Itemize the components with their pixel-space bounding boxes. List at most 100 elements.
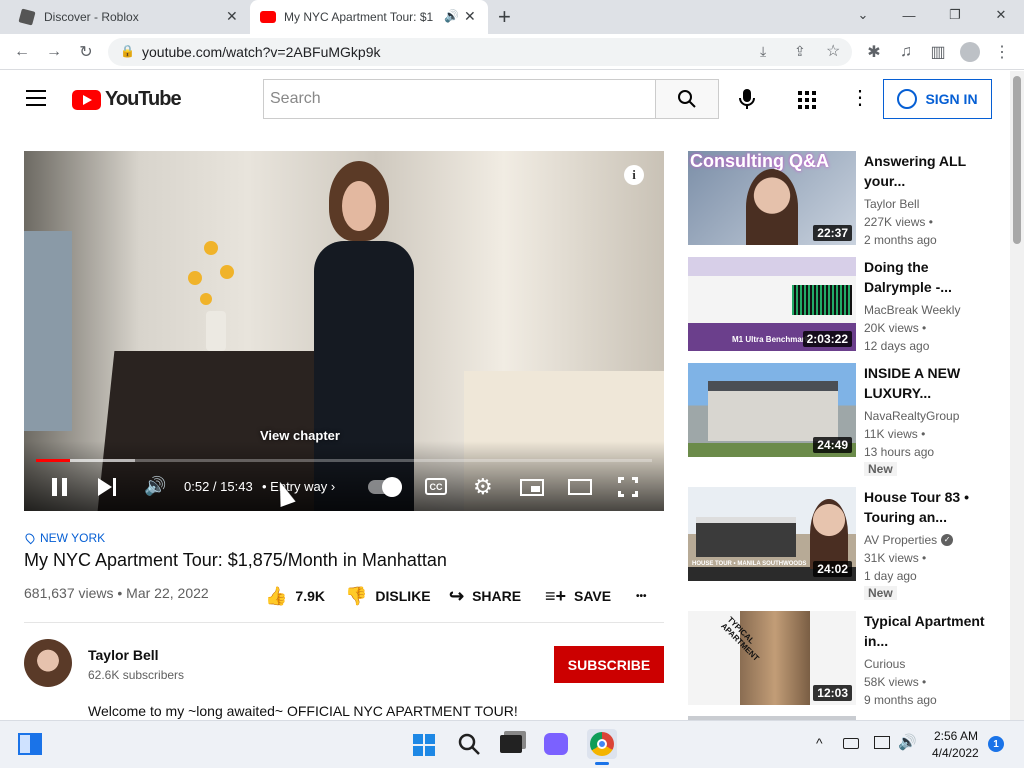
clock-time[interactable]: 2:56 AM xyxy=(934,729,978,743)
more-actions-button[interactable]: ••• xyxy=(636,585,647,607)
recommendation-title[interactable]: House Tour 83 • Touring an... xyxy=(864,487,994,527)
media-control-icon[interactable]: ♫ xyxy=(892,34,920,70)
recommendation-title[interactable]: Answering ALL your... xyxy=(864,151,994,191)
share-button[interactable]: ↪ SHARE xyxy=(449,585,521,607)
roblox-icon xyxy=(18,8,36,26)
fullscreen-icon[interactable] xyxy=(618,477,638,497)
close-window-button[interactable]: ✕ xyxy=(978,0,1024,30)
recommendation-channel[interactable]: MacBreak Weekly xyxy=(864,301,960,319)
scrollbar-thumb[interactable] xyxy=(1013,76,1021,244)
widgets-icon[interactable] xyxy=(18,733,42,755)
recommendation-channel[interactable]: Taylor Bell xyxy=(864,195,919,213)
start-button-windows-icon[interactable] xyxy=(413,734,435,756)
network-icon[interactable] xyxy=(874,736,890,749)
video-duration: 24:02 xyxy=(813,561,852,577)
notification-badge[interactable]: 1 xyxy=(988,736,1004,752)
recommendation-thumbnail[interactable]: HOUSE TOUR • MANILA SOUTHWOODS 24:02 xyxy=(688,487,856,581)
recommendation-item[interactable]: TYPICAL APARTMENT 12:03 Typical Apartmen… xyxy=(688,611,1000,707)
search-placeholder: Search xyxy=(270,90,321,107)
youtube-logo[interactable]: YouTube xyxy=(72,88,182,111)
location-tag[interactable]: NEW YORK xyxy=(23,531,105,545)
recommendation-thumbnail[interactable]: TYPICAL APARTMENT 12:03 xyxy=(688,611,856,705)
recommendation-thumbnail[interactable]: 24:49 xyxy=(688,363,856,457)
play-logo-icon xyxy=(72,89,101,110)
search-button[interactable] xyxy=(655,79,719,119)
pause-button[interactable] xyxy=(52,478,68,496)
speaker-icon[interactable]: 🔊 xyxy=(898,733,917,751)
channel-name[interactable]: Taylor Bell xyxy=(88,647,159,663)
video-player[interactable]: i View chapter 🔊 0:52 / 15:43 • Entry wa… xyxy=(24,151,664,511)
show-hidden-icons-chevron-icon[interactable]: ^ xyxy=(816,735,823,751)
progress-bar[interactable] xyxy=(36,459,652,462)
search-input[interactable]: Search xyxy=(263,79,657,119)
page-scrollbar[interactable] xyxy=(1010,71,1024,720)
settings-gear-icon[interactable]: ⚙ xyxy=(473,474,493,500)
thumbnail-house xyxy=(708,381,838,441)
apps-grid-icon[interactable] xyxy=(798,91,816,109)
close-tab-icon[interactable]: ✕ xyxy=(464,8,476,25)
clock-date[interactable]: 4/4/2022 xyxy=(932,746,979,760)
channel-label: AV Properties xyxy=(864,533,938,547)
recommendation-item[interactable]: HOUSE TOUR • MANILA SOUTHWOODS 24:02 Hou… xyxy=(688,487,1000,600)
recommendation-item[interactable]: Consulting Q&A 22:37 Answering ALL your.… xyxy=(688,151,1000,247)
forward-arrow-icon[interactable]: → xyxy=(40,34,68,70)
save-button[interactable]: ≡+ SAVE xyxy=(545,585,611,607)
restore-button[interactable]: ❐ xyxy=(932,0,978,30)
recommendation-item[interactable]: M1 Ultra Benchmark 2:03:22 Doing the Dal… xyxy=(688,257,1000,353)
extensions-icon[interactable]: ✱ xyxy=(860,34,888,70)
logo-text: YouTube xyxy=(105,88,182,110)
captions-cc-icon[interactable]: CC xyxy=(425,478,447,495)
volume-icon[interactable]: 🔊 xyxy=(144,476,166,497)
recommendation-channel[interactable]: NavaRealtyGroup xyxy=(864,407,959,425)
sign-in-button[interactable]: SIGN IN xyxy=(883,79,992,119)
windows-taskbar: ^ 🔊 2:56 AM 4/4/2022 1 xyxy=(0,720,1024,768)
miniplayer-icon[interactable] xyxy=(520,479,544,496)
side-panel-icon[interactable]: ▥ xyxy=(924,34,952,70)
browser-menu-icon[interactable]: ⋮ xyxy=(988,34,1016,70)
like-button[interactable]: 👍 7.9K xyxy=(265,585,325,607)
recommendation-item[interactable]: 24:49 INSIDE A NEW LUXURY... NavaRealtyG… xyxy=(688,363,1000,476)
recommendation-thumbnail[interactable]: M1 Ultra Benchmark 2:03:22 xyxy=(688,257,856,351)
tab-search-icon[interactable]: ⌄ xyxy=(840,0,886,30)
tab-youtube-active[interactable]: My NYC Apartment Tour: $1 🔊 ✕ xyxy=(250,0,488,34)
recommendation-channel[interactable]: Curious xyxy=(864,655,905,673)
profile-avatar-icon[interactable] xyxy=(956,34,984,70)
recommendation-title[interactable]: INSIDE A NEW LUXURY... xyxy=(864,363,994,403)
voice-search-button[interactable] xyxy=(736,87,758,111)
audio-playing-icon[interactable]: 🔊 xyxy=(444,9,459,23)
task-view-icon[interactable] xyxy=(500,735,522,753)
chrome-taskbar-icon[interactable] xyxy=(587,729,617,765)
url-text[interactable]: youtube.com/watch?v=2ABFuMGkp9k xyxy=(142,44,381,60)
reload-icon[interactable]: ↻ xyxy=(72,34,100,70)
recommendation-title[interactable]: Doing the Dalrymple -... xyxy=(864,257,994,297)
recommendation-channel[interactable]: AV Properties ✓ xyxy=(864,531,954,549)
theater-mode-icon[interactable] xyxy=(568,479,592,495)
youtube-header: YouTube Search ⋮ SIGN IN xyxy=(0,71,1010,127)
settings-menu-icon[interactable]: ⋮ xyxy=(850,85,870,110)
back-arrow-icon[interactable]: ← xyxy=(8,34,36,70)
address-bar[interactable]: 🔒 youtube.com/watch?v=2ABFuMGkp9k ⤓ ⇪ ☆ xyxy=(108,38,852,66)
autoplay-toggle[interactable] xyxy=(368,477,402,497)
keyboard-icon[interactable] xyxy=(843,738,859,749)
search-icon xyxy=(678,90,696,108)
subscribe-button[interactable]: SUBSCRIBE xyxy=(554,646,664,683)
close-tab-icon[interactable]: ✕ xyxy=(226,8,238,25)
search-icon[interactable] xyxy=(456,731,482,757)
browser-toolbar: ← → ↻ 🔒 youtube.com/watch?v=2ABFuMGkp9k … xyxy=(0,34,1024,70)
recommendation-thumbnail[interactable]: Consulting Q&A 22:37 xyxy=(688,151,856,245)
channel-avatar[interactable] xyxy=(24,639,72,687)
recommendation-title[interactable]: Typical Apartment in... xyxy=(864,611,994,651)
minimize-button[interactable]: — xyxy=(886,0,932,30)
youtube-favicon-icon xyxy=(260,11,276,23)
next-video-button[interactable] xyxy=(98,478,118,496)
thumbs-up-icon: 👍 xyxy=(265,585,288,606)
new-tab-button[interactable]: + xyxy=(498,4,511,30)
dislike-button[interactable]: 👎 DISLIKE xyxy=(345,585,431,607)
bookmark-star-icon[interactable]: ☆ xyxy=(826,41,840,61)
share-icon[interactable]: ⇪ xyxy=(794,43,806,60)
info-icon[interactable]: i xyxy=(624,165,644,185)
teams-chat-icon[interactable] xyxy=(544,733,568,755)
install-app-icon[interactable]: ⤓ xyxy=(760,43,766,60)
tab-roblox[interactable]: Discover - Roblox ✕ xyxy=(8,0,248,34)
hamburger-menu-icon[interactable] xyxy=(26,90,46,106)
